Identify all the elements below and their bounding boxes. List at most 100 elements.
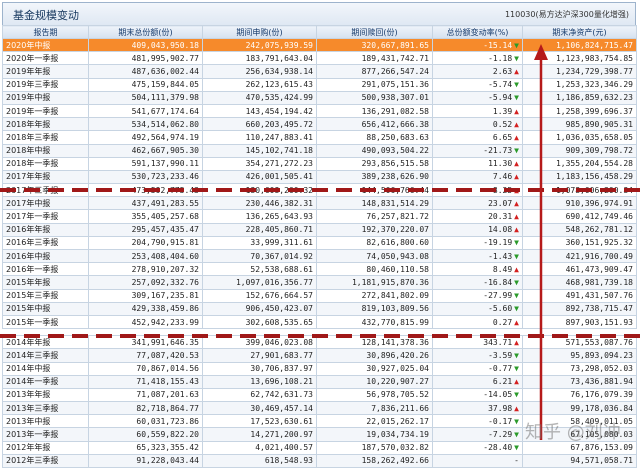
- table-row[interactable]: 2013年年报 71,087,201.63 62,742,631.73 56,978,…: [2, 387, 637, 403]
- change-rate-cell: 6.21 ▲: [432, 374, 523, 389]
- change-rate-cell: -16.84 ▼: [432, 275, 523, 290]
- change-rate-cell: 23.07 ▲: [432, 196, 523, 211]
- table-row[interactable]: 2019年三季报 475,159,844.05 262,123,615.43 291,…: [2, 77, 637, 92]
- table-row[interactable]: 2016年年报 295,457,435.47 228,405,860.71 192,3…: [2, 222, 637, 237]
- net-assets-cell: 1,123,983,754.85: [522, 51, 637, 66]
- table-row[interactable]: 2016年中报 253,408,404.60 70,367,014.92 74,050…: [2, 248, 637, 264]
- total-shares-cell: 473,592,775.43: [88, 183, 203, 198]
- table-row[interactable]: 2017年三季报 473,592,775.43 180,608,260.32 144,…: [2, 183, 637, 198]
- subscriptions-cell: 70,367,014.92: [202, 248, 317, 264]
- table-row[interactable]: 2017年一季报 355,405,257.68 136,265,643.93 76,2…: [2, 209, 637, 224]
- column-header-redemptions[interactable]: 期间赎回(份): [316, 25, 433, 39]
- subscriptions-cell: 183,791,643.04: [202, 51, 317, 66]
- table-row[interactable]: 2015年三季报 309,167,235.81 152,676,664.57 272,…: [2, 288, 637, 303]
- period-cell-text: 2017年三季报: [6, 185, 59, 195]
- arrow-up-icon: ▲: [514, 119, 519, 129]
- table-row[interactable]: 2014年年报 341,991,646.35 399,046,023.08 128,1…: [2, 335, 637, 350]
- redemptions-cell-text: 189,431,742.71: [361, 53, 429, 63]
- table-row[interactable]: 2020年一季报 481,995,902.77 183,791,643.04 189,…: [2, 51, 637, 66]
- net-assets-cell: 461,473,909.47: [522, 262, 637, 277]
- table-row[interactable]: 2018年一季报 591,137,990.11 354,271,272.23 293,…: [2, 156, 637, 171]
- table-row[interactable]: 2018年中报 462,667,905.30 145,102,741.18 490,0…: [2, 143, 637, 158]
- period-cell: 2012年三季报: [2, 453, 89, 468]
- subscriptions-cell: 13,696,108.21: [202, 374, 317, 389]
- arrow-down-icon: ▼: [514, 53, 519, 63]
- table-row[interactable]: 2017年中报 437,491,283.55 230,446,382.31 148,8…: [2, 196, 637, 211]
- net-assets-cell: 1,186,859,632.23: [522, 90, 637, 105]
- change-rate-cell: -19.19 ▼: [432, 235, 523, 251]
- net-assets-cell: 909,309,798.72: [522, 143, 637, 158]
- change-rate-cell: 20.31 ▲: [432, 209, 523, 224]
- column-header-total-shares[interactable]: 期末总份额(份): [88, 25, 203, 39]
- total-shares-cell: 278,910,207.32: [88, 262, 203, 277]
- subscriptions-cell: 354,271,272.23: [202, 156, 317, 171]
- net-assets-cell-text: 1,186,859,632.23: [555, 93, 633, 103]
- arrow-up-icon: ▲: [514, 317, 519, 327]
- redemptions-cell-text: 877,266,547.24: [361, 66, 429, 76]
- period-cell: 2015年一季报: [2, 314, 89, 330]
- table-row[interactable]: 2018年年报 534,514,062.80 660,203,495.72 656,4…: [2, 117, 637, 132]
- redemptions-cell-text: 819,103,809.56: [361, 304, 429, 314]
- period-cell-text: 2015年年报: [6, 277, 51, 287]
- arrow-up-icon: ▲: [514, 337, 519, 347]
- subscriptions-cell-text: 13,696,108.21: [250, 377, 313, 387]
- change-rate-cell: 37.98 ▲: [432, 401, 523, 416]
- row-gap: [2, 328, 637, 336]
- net-assets-cell: 1,258,399,696.37: [522, 103, 637, 119]
- arrow-down-icon: ▼: [514, 291, 519, 301]
- net-assets-cell-text: 76,176,079.39: [570, 390, 633, 400]
- arrow-up-icon: ▲: [514, 106, 519, 116]
- change-rate-cell-text: 2.63: [492, 66, 513, 76]
- table-row[interactable]: 2019年一季报 541,677,174.64 143,454,194.42 136,…: [2, 103, 637, 119]
- table-row[interactable]: 2015年一季报 452,942,233.99 302,608,535.65 432,…: [2, 314, 637, 330]
- period-cell: 2016年年报: [2, 222, 89, 237]
- total-shares-cell: 91,228,043.44: [88, 453, 203, 468]
- redemptions-cell-text: 144,506,766.44: [361, 185, 429, 195]
- change-rate-cell-text: -15.14: [483, 40, 513, 50]
- table-row[interactable]: 2016年三季报 204,790,915.81 33,999,311.61 82,61…: [2, 235, 637, 251]
- column-header-change-rate[interactable]: 总份额变动率(%): [432, 25, 523, 39]
- table-row[interactable]: 2016年一季报 278,910,207.32 52,538,688.61 80,46…: [2, 262, 637, 277]
- net-assets-cell-text: 985,890,905.31: [565, 119, 633, 129]
- subscriptions-cell: 30,706,837.97: [202, 361, 317, 376]
- period-cell: 2020年中报: [2, 37, 89, 53]
- change-rate-cell-text: 11.30: [488, 159, 513, 169]
- change-rate-cell-text: 8.25: [492, 185, 513, 195]
- total-shares-cell-text: 409,043,950.18: [131, 40, 199, 50]
- total-shares-cell-text: 257,092,332.76: [131, 277, 199, 287]
- change-rate-cell: 7.46 ▲: [432, 169, 523, 185]
- table-row[interactable]: 2015年年报 257,092,332.76 1,097,016,356.77 1,1…: [2, 275, 637, 290]
- redemptions-cell-text: 30,896,420.26: [366, 350, 429, 360]
- period-cell-text: 2019年年报: [6, 66, 51, 76]
- net-assets-cell-text: 910,396,974.91: [565, 198, 633, 208]
- period-cell: 2019年一季报: [2, 103, 89, 119]
- total-shares-cell: 77,087,420.53: [88, 348, 203, 363]
- table-row[interactable]: 2020年中报 409,043,950.18 242,075,939.59 320,6…: [2, 37, 637, 53]
- net-assets-cell: 94,571,058.71: [522, 453, 637, 468]
- redemptions-cell: 144,506,766.44: [316, 183, 433, 198]
- table-row[interactable]: 2017年年报 530,723,233.46 426,001,505.41 389,2…: [2, 169, 637, 185]
- change-rate-cell: 6.65 ▲: [432, 130, 523, 145]
- table-row[interactable]: 2014年中报 70,867,014.56 30,706,837.97 30,927,…: [2, 361, 637, 376]
- column-header-net-assets[interactable]: 期末净资产(元): [522, 25, 637, 39]
- table-row[interactable]: 2015年中报 429,338,459.86 906,450,423.07 819,1…: [2, 301, 637, 316]
- redemptions-cell: 148,831,514.29: [316, 196, 433, 211]
- column-header-subscriptions[interactable]: 期间申购(份): [202, 25, 317, 39]
- table-row[interactable]: 2014年三季报 77,087,420.53 27,901,683.77 30,896…: [2, 348, 637, 363]
- table-row[interactable]: 2019年年报 487,636,002.44 256,634,938.14 877,2…: [2, 64, 637, 79]
- table-row[interactable]: 2018年三季报 492,564,974.19 110,247,883.41 88,2…: [2, 130, 637, 145]
- total-shares-cell: 487,636,002.44: [88, 64, 203, 79]
- total-shares-cell-text: 71,418,155.43: [136, 377, 199, 387]
- period-cell-text: 2016年年报: [6, 225, 51, 235]
- redemptions-cell-text: 19,034,734.19: [366, 430, 429, 440]
- column-header-period[interactable]: 报告期: [2, 25, 89, 39]
- net-assets-cell-text: 360,151,925.32: [565, 238, 633, 248]
- change-rate-cell-text: -1.43: [488, 251, 513, 261]
- total-shares-cell: 541,677,174.64: [88, 103, 203, 119]
- table-row[interactable]: 2013年三季报 82,718,864.77 30,469,457.14 7,836,…: [2, 401, 637, 416]
- table-row[interactable]: 2012年三季报 91,228,043.44 618,548.93 158,262,4…: [2, 453, 637, 468]
- table-row[interactable]: 2014年一季报 71,418,155.43 13,696,108.21 10,220…: [2, 374, 637, 389]
- redemptions-cell: 877,266,547.24: [316, 64, 433, 79]
- table-row[interactable]: 2019年中报 504,111,379.98 470,535,424.99 500,9…: [2, 90, 637, 105]
- change-rate-cell-text: -19.19: [483, 238, 513, 248]
